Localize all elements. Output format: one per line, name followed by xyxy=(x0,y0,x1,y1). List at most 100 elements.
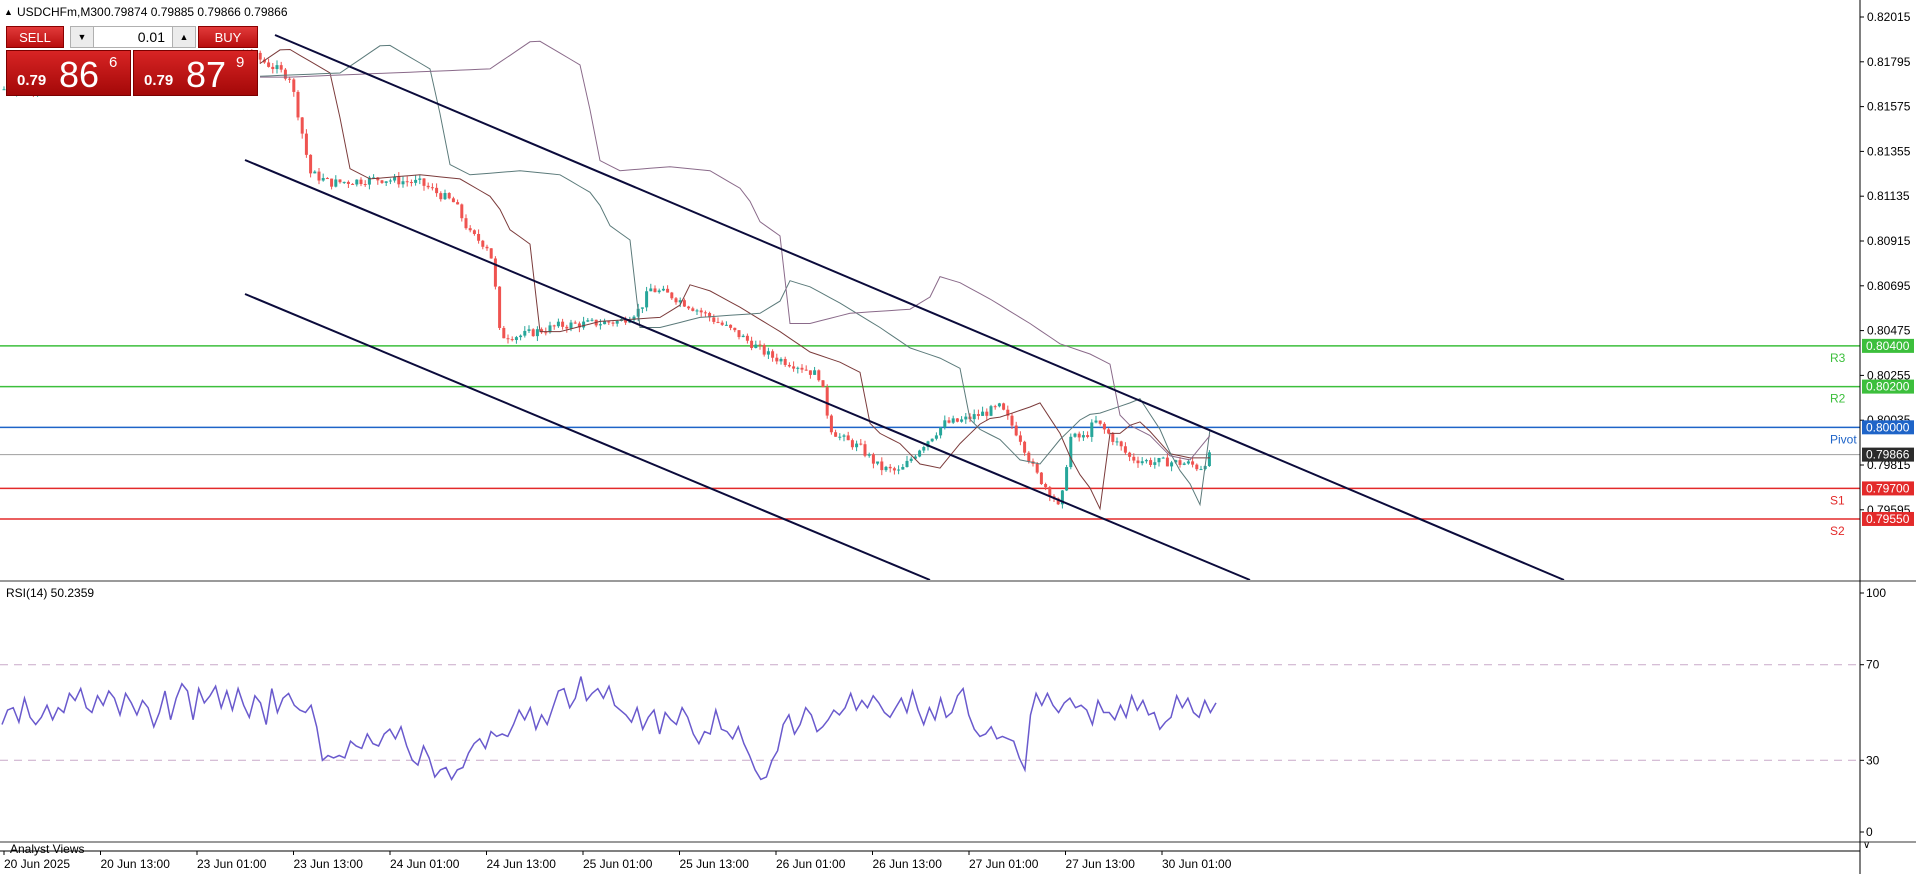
candle-body xyxy=(1195,464,1199,470)
candle-body xyxy=(292,79,296,92)
candle-body xyxy=(317,171,321,181)
candle-body xyxy=(1094,420,1098,423)
candle-body xyxy=(1002,403,1006,410)
candle-body xyxy=(1123,446,1127,453)
candle-body xyxy=(754,344,758,348)
time-axis[interactable]: 20 Jun 2025 20 Jun 13:00 23 Jun 01:00 23 Ju… xyxy=(3,851,1232,871)
candle-body xyxy=(481,240,485,247)
candle-body xyxy=(892,468,896,471)
candle-body xyxy=(611,322,615,324)
lot-decrease-icon[interactable]: ▼ xyxy=(71,27,94,47)
sell-button[interactable]: SELL xyxy=(6,26,64,48)
candle-body xyxy=(1077,433,1081,438)
candle-body xyxy=(640,307,644,309)
candle-body xyxy=(565,326,569,329)
candle-body xyxy=(863,444,867,456)
candle-body xyxy=(447,193,451,199)
candle-body xyxy=(267,62,271,67)
candle-body xyxy=(1027,452,1031,462)
candle-body xyxy=(527,329,531,331)
candle-body xyxy=(1178,460,1182,465)
candle-body xyxy=(1115,441,1119,443)
candle-body xyxy=(880,461,884,471)
candle-body xyxy=(1018,435,1022,442)
time-tick-label: 24 Jun 01:00 xyxy=(390,857,460,871)
candle-body xyxy=(300,117,304,134)
candle-body xyxy=(901,466,905,470)
buy-price-sup: 9 xyxy=(236,54,245,71)
candle-body xyxy=(985,411,989,416)
candle-body xyxy=(737,330,741,338)
candle-body xyxy=(275,65,279,70)
buy-price-box[interactable]: 0.79 87 9 xyxy=(133,50,258,96)
candle-body xyxy=(657,290,661,293)
time-tick-label: 20 Jun 2025 xyxy=(4,857,70,871)
candle-body xyxy=(1086,435,1090,437)
candle-body xyxy=(771,351,775,358)
candle-body xyxy=(304,133,308,155)
rsi-tick-label: 0 xyxy=(1866,825,1873,839)
candle-body xyxy=(649,288,653,292)
candle-body xyxy=(821,380,825,388)
price-tick-label: 0.80915 xyxy=(1867,234,1911,248)
candle-body xyxy=(552,325,556,327)
candle-body xyxy=(1090,422,1094,437)
candle-body xyxy=(703,312,707,314)
candle-body xyxy=(792,366,796,369)
candle-body xyxy=(1098,420,1102,424)
main-chart-area[interactable] xyxy=(0,0,1916,580)
price-tick-label: 0.81135 xyxy=(1867,189,1910,203)
time-tick-label: 30 Jun 01:00 xyxy=(1162,857,1232,871)
candle-body xyxy=(787,364,791,367)
candle-body xyxy=(422,178,426,186)
rsi-line xyxy=(1,676,1217,781)
sell-price-prefix: 0.79 xyxy=(17,72,47,89)
candle-body xyxy=(493,258,497,287)
time-tick-label: 23 Jun 01:00 xyxy=(197,857,267,871)
candle-body xyxy=(1035,463,1039,473)
analyst-views-tab[interactable]: Analyst Views xyxy=(10,842,84,856)
candle-body xyxy=(695,310,699,312)
pivot-level-value: 0.80200 xyxy=(1866,380,1910,394)
candle-body xyxy=(1157,457,1161,463)
candle-body xyxy=(955,418,959,422)
pivot-level-value: 0.80000 xyxy=(1866,420,1910,434)
pivot-level-value: 0.79550 xyxy=(1866,512,1910,526)
candle-body xyxy=(309,154,313,174)
candle-body xyxy=(464,218,468,229)
candle-body xyxy=(884,466,888,471)
candle-body xyxy=(674,298,678,303)
candle-body xyxy=(733,327,737,331)
lot-size-value[interactable]: 0.01 xyxy=(138,27,165,47)
candle-body xyxy=(800,367,804,370)
price-tick-label: 0.82015 xyxy=(1867,10,1911,24)
candle-body xyxy=(997,403,1001,407)
pivot-level-tag: S2 xyxy=(1830,524,1845,538)
pivot-level-value: 0.80400 xyxy=(1866,339,1910,353)
lot-increase-icon[interactable]: ▲ xyxy=(172,27,195,47)
candle-body xyxy=(598,324,602,326)
lot-size-field[interactable]: ▼ 0.01 ▲ xyxy=(70,26,196,48)
candle-body xyxy=(556,321,560,327)
buy-button[interactable]: BUY xyxy=(198,26,258,48)
candle-body xyxy=(934,435,938,439)
sell-price-box[interactable]: 0.79 86 6 xyxy=(6,50,131,96)
candle-body xyxy=(451,198,455,203)
one-click-trading-panel: SELL ▼ 0.01 ▲ BUY 0.79 86 6 0.79 87 9 xyxy=(6,26,258,96)
candle-body xyxy=(1182,463,1186,465)
candle-body xyxy=(472,230,476,234)
trading-chart[interactable]: R3 R2 Pivot S1 S2 ▲ USDCHFm,M30 0.79874 0.79… xyxy=(0,0,1916,874)
rsi-panel[interactable]: 100 70 30 0 xyxy=(0,586,1886,839)
candle-body xyxy=(976,414,980,416)
candle-body xyxy=(1044,484,1048,488)
candle-body xyxy=(766,351,770,355)
candle-body xyxy=(384,181,388,183)
pivot-level-value: 0.79700 xyxy=(1866,481,1910,495)
candle-body xyxy=(829,415,833,433)
candle-body xyxy=(834,432,838,437)
chart-collapse-icon[interactable]: ▲ xyxy=(4,7,13,17)
candle-body xyxy=(775,357,779,362)
candle-body xyxy=(943,420,947,428)
candle-body xyxy=(808,370,812,375)
candle-body xyxy=(590,319,594,321)
